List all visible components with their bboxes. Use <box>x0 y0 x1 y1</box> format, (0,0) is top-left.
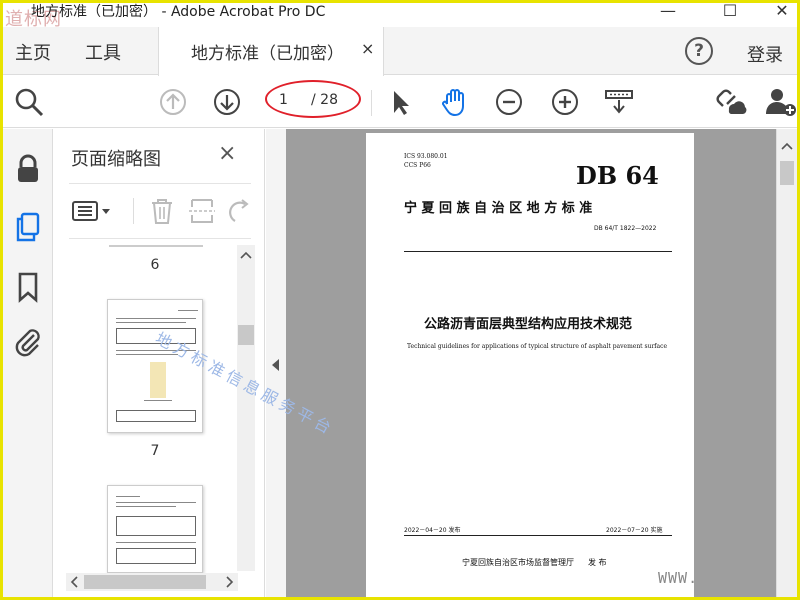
document-tab[interactable]: 地方标准（已加密） × <box>158 27 384 76</box>
extract-page-icon[interactable] <box>187 196 217 226</box>
document-tab-close-button[interactable]: × <box>361 39 374 58</box>
thumbnail-page-6-bottom[interactable] <box>109 245 203 247</box>
doc-number: DB 64/T 1822—2022 <box>594 225 657 232</box>
document-tab-label: 地方标准（已加密） <box>191 44 344 64</box>
close-window-button[interactable]: ✕ <box>767 3 797 23</box>
thumbnail-tools <box>69 183 251 239</box>
scroll-left-arrow-icon[interactable] <box>66 573 84 591</box>
zoom-out-icon[interactable] <box>493 86 525 118</box>
thumbnail-figure <box>150 362 166 398</box>
menu-bar: 主页 工具 地方标准（已加密） × ? 登录 <box>3 27 797 76</box>
thumbnail-page-8[interactable] <box>107 485 203 573</box>
doc-issue-word: 发 布 <box>588 558 607 567</box>
menu-tools[interactable]: 工具 <box>85 39 121 65</box>
doc-scroll-up-arrow-icon[interactable] <box>777 137 797 157</box>
thumbnail-label-7: 7 <box>150 443 160 459</box>
doc-authority: 宁 夏 回 族 自 治 区 地 方 标 准 <box>404 201 593 216</box>
doc-publish-date: 2022－04－20 发布 <box>404 527 461 534</box>
page-thumbnails-icon[interactable] <box>12 211 44 243</box>
horizontal-scroll-thumb[interactable] <box>84 575 206 589</box>
page-up-icon[interactable] <box>157 86 189 118</box>
doc-title-en: Technical guidelines for applications of… <box>407 343 668 350</box>
left-rail <box>3 129 53 597</box>
thumbnail-vertical-scrollbar[interactable] <box>237 245 255 571</box>
toolbar-divider <box>371 90 372 116</box>
app-window: 道标网 地方标准（已加密） - Adobe Acrobat Pro DC — ☐… <box>3 3 797 597</box>
panel-title: 页面缩略图 <box>71 149 161 170</box>
tools-divider <box>133 198 134 224</box>
thumbnail-options-icon[interactable] <box>71 196 115 226</box>
document-page: ICS 93.080.01 CCS P66 DB 64 宁 夏 回 族 自 治 … <box>366 133 694 597</box>
bookmark-icon[interactable] <box>12 271 44 303</box>
doc-implement-date: 2022－07－20 实施 <box>606 527 663 534</box>
scroll-up-arrow-icon[interactable] <box>237 247 255 265</box>
thumbnail-horizontal-scrollbar[interactable] <box>66 573 238 591</box>
www-watermark: WWW. <box>658 569 699 587</box>
doc-title-cn: 公路沥青面层典型结构应用技术规范 <box>424 317 633 332</box>
zoom-in-icon[interactable] <box>549 86 581 118</box>
minimize-button[interactable]: — <box>653 3 683 23</box>
document-vertical-scrollbar[interactable] <box>776 129 797 597</box>
doc-issuer: 宁夏回族自治区市场监督管理厅 <box>462 558 574 567</box>
add-user-icon[interactable] <box>765 86 797 118</box>
maximize-button[interactable]: ☐ <box>715 3 745 23</box>
paperclip-icon[interactable] <box>12 325 44 357</box>
doc-ccs: CCS P66 <box>404 162 431 169</box>
page-down-icon[interactable] <box>211 86 243 118</box>
menu-home[interactable]: 主页 <box>15 39 51 65</box>
panel-close-button[interactable]: × <box>218 141 236 166</box>
search-icon[interactable] <box>13 86 45 118</box>
doc-bottom-rule <box>404 535 672 536</box>
thumbnail-label-6: 6 <box>150 257 160 273</box>
document-scroll-thumb[interactable] <box>780 161 794 185</box>
share-link-icon[interactable] <box>715 86 747 118</box>
title-bar: 道标网 地方标准（已加密） - Adobe Acrobat Pro DC — ☐… <box>3 3 797 30</box>
lock-icon[interactable] <box>12 153 44 185</box>
annotation-red-ellipse <box>265 80 361 118</box>
panel-collapse-handle[interactable] <box>266 129 286 597</box>
document-viewport[interactable]: ICS 93.080.01 CCS P66 DB 64 宁 夏 回 族 自 治 … <box>286 129 776 597</box>
select-cursor-icon[interactable] <box>385 86 417 118</box>
rotate-page-icon[interactable] <box>223 196 253 226</box>
login-button[interactable]: 登录 <box>747 41 783 67</box>
help-button[interactable]: ? <box>685 37 713 65</box>
doc-top-rule <box>404 251 672 252</box>
scroll-mode-icon[interactable] <box>603 86 635 118</box>
collapse-left-arrow-icon[interactable] <box>266 355 286 375</box>
window-title: 地方标准（已加密） - Adobe Acrobat Pro DC <box>31 4 326 20</box>
hand-icon[interactable] <box>439 86 471 118</box>
thumbnail-scroll-thumb[interactable] <box>238 325 254 345</box>
doc-db-logo: DB 64 <box>576 161 659 190</box>
delete-page-icon[interactable] <box>147 196 177 226</box>
toolbar: 1 / 28 <box>3 76 797 128</box>
scroll-right-arrow-icon[interactable] <box>220 573 238 591</box>
doc-ics: ICS 93.080.01 <box>404 153 448 160</box>
